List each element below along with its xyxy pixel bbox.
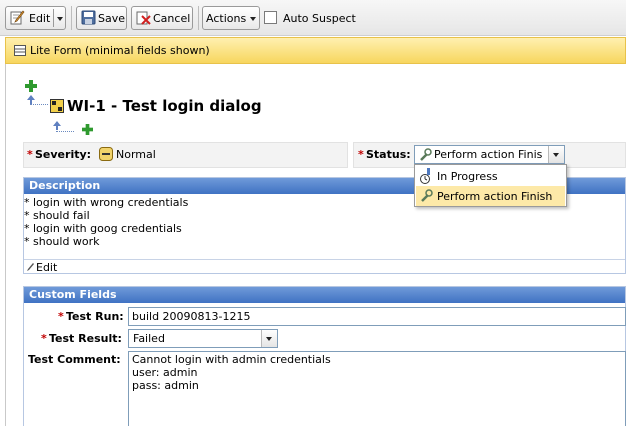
- auto-suspect-label: Auto Suspect: [283, 12, 356, 25]
- chevron-down-icon: [266, 337, 272, 341]
- auto-suspect-checkbox[interactable]: [264, 11, 277, 24]
- wrench-icon: [420, 148, 432, 161]
- tree-connector: [56, 131, 74, 132]
- custom-fields-header: Custom Fields: [24, 287, 625, 303]
- actions-menu-button[interactable]: Actions: [202, 6, 260, 30]
- status-label: Status:: [366, 148, 411, 161]
- floppy-disk-icon: [81, 10, 96, 25]
- required-marker: *: [58, 310, 64, 323]
- status-selected-value: Perform action Finis: [434, 148, 543, 161]
- option-label: In Progress: [437, 170, 498, 183]
- status-dropdown-button[interactable]: [548, 146, 564, 163]
- required-marker: *: [358, 148, 364, 161]
- tree-connector: [30, 104, 48, 105]
- actions-button-label: Actions: [206, 12, 247, 25]
- description-line: * login with goog credentials: [24, 222, 182, 235]
- edit-dropdown-arrow-icon[interactable]: [57, 17, 63, 21]
- test-result-dropdown-button[interactable]: [261, 330, 277, 347]
- test-run-value: build 20090813-1215: [132, 310, 251, 323]
- chevron-down-icon: [553, 153, 559, 157]
- description-edit-link[interactable]: Edit: [36, 261, 57, 274]
- status-option-perform-action-finish[interactable]: Perform action Finish: [416, 186, 565, 206]
- status-option-in-progress[interactable]: In Progress: [416, 166, 565, 186]
- save-button[interactable]: Save: [76, 6, 127, 30]
- edit-button-label: Edit: [29, 12, 51, 25]
- severity-normal-icon: [99, 147, 113, 161]
- pencil-icon: [27, 263, 34, 271]
- toolbar-separator: [71, 6, 72, 30]
- test-result-value: Failed: [133, 332, 165, 345]
- arrow-up-icon: [27, 95, 35, 104]
- status-select[interactable]: Perform action Finis: [414, 145, 565, 164]
- toolbar-separator: [198, 6, 199, 30]
- banner-text: Lite Form (minimal fields shown): [30, 44, 210, 57]
- arrow-up-icon: [53, 121, 61, 130]
- edit-pencil-icon: [10, 10, 25, 25]
- form-icon: [14, 45, 26, 56]
- cancel-button[interactable]: Cancel: [131, 6, 193, 30]
- toolbar: Edit Save Cancel Actions Auto Suspect: [0, 0, 626, 36]
- wrench-icon: [421, 189, 433, 202]
- required-marker: *: [41, 332, 47, 345]
- add-parent-link-icon[interactable]: [25, 80, 37, 92]
- description-line: * should work: [24, 235, 100, 248]
- status-dropdown-list: In Progress Perform action Finish: [414, 164, 567, 207]
- cancel-x-icon: [136, 11, 151, 25]
- edit-button[interactable]: Edit: [5, 6, 66, 30]
- test-result-label: Test Result:: [49, 332, 122, 345]
- in-progress-icon: [420, 168, 430, 184]
- cancel-button-label: Cancel: [153, 12, 191, 25]
- description-line: * should fail: [24, 209, 90, 222]
- divider: [24, 259, 625, 260]
- test-case-type-icon: [50, 99, 64, 113]
- test-comment-line: user: admin: [132, 366, 198, 379]
- save-button-label: Save: [98, 12, 126, 25]
- required-marker: *: [27, 148, 33, 161]
- test-result-select[interactable]: Failed: [128, 329, 278, 348]
- severity-label: Severity:: [35, 148, 92, 161]
- lite-form-banner: Lite Form (minimal fields shown): [5, 37, 626, 64]
- edit-split-divider: [53, 9, 54, 27]
- test-comment-label: Test Comment:: [28, 353, 121, 366]
- test-run-label: Test Run:: [66, 310, 124, 323]
- test-run-input[interactable]: build 20090813-1215: [128, 307, 626, 326]
- option-label: Perform action Finish: [437, 190, 553, 203]
- add-child-link-icon[interactable]: [82, 124, 93, 135]
- chevron-down-icon: [250, 17, 256, 21]
- test-comment-line: pass: admin: [132, 379, 199, 392]
- severity-value[interactable]: Normal: [116, 148, 156, 161]
- test-comment-textarea[interactable]: Cannot login with admin credentials user…: [128, 351, 626, 426]
- test-comment-line: Cannot login with admin credentials: [132, 353, 331, 366]
- page-title: WI-1 - Test login dialog: [67, 97, 262, 115]
